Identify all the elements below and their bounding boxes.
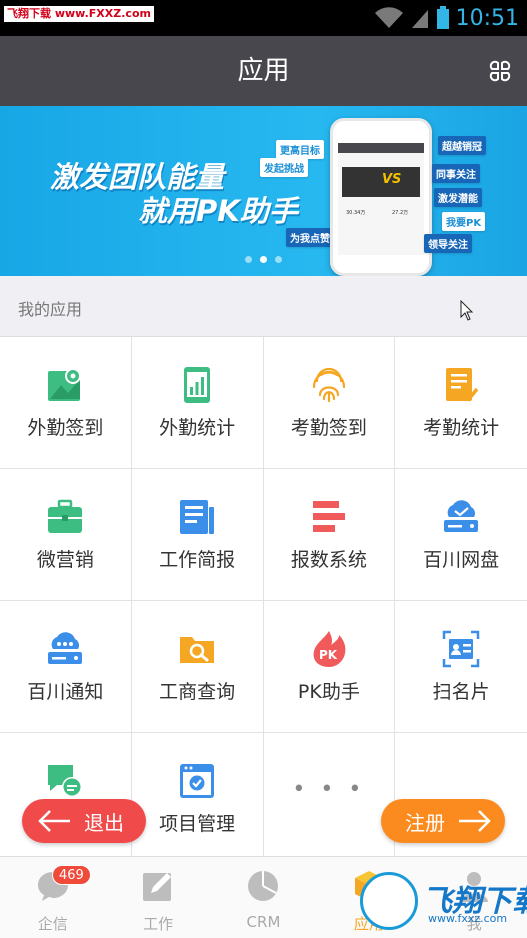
app-tile-scan-card[interactable]: 扫名片: [395, 601, 527, 733]
phone-value: 27.2万: [392, 210, 409, 216]
app-label: 百川网盘: [423, 549, 500, 571]
banner-tag: 领导关注: [424, 234, 472, 253]
pager-dot-active[interactable]: [260, 256, 267, 263]
app-label: 考勤统计: [423, 417, 500, 439]
phone-vs-panel: VS: [342, 167, 420, 197]
exit-button[interactable]: 退出: [22, 799, 146, 843]
app-label: 外勤签到: [27, 417, 104, 439]
banner-tag: 发起挑战: [260, 158, 308, 177]
app-tile-cloud-drive[interactable]: 百川网盘: [395, 469, 527, 601]
watermark-logo-icon: [360, 872, 418, 930]
arrow-left-icon: [38, 810, 70, 832]
scan-card-icon: [442, 630, 480, 668]
section-header: 我的应用: [0, 276, 527, 336]
app-tile-cloud-notice[interactable]: 百川通知: [0, 601, 132, 733]
status-icons: 10:51: [374, 4, 519, 32]
banner-tag: 为我点赞: [286, 228, 334, 247]
exit-label: 退出: [84, 810, 124, 835]
app-tile-report-system[interactable]: 报数系统: [263, 469, 396, 601]
app-label: 扫名片: [432, 681, 490, 703]
document-icon: [180, 500, 215, 534]
mouse-cursor-icon: [460, 300, 474, 321]
cloud-notice-icon: [48, 632, 83, 664]
pk-icon: PK: [313, 631, 346, 667]
app-tile-project-management[interactable]: 项目管理: [131, 733, 264, 865]
briefcase-icon: [48, 499, 83, 533]
page-title: 应用: [237, 56, 290, 86]
banner-subheadline: 就用PK助手: [138, 194, 298, 228]
fingerprint-icon: [312, 367, 345, 403]
bars-icon: [312, 501, 345, 532]
app-label: 项目管理: [159, 813, 236, 835]
watermark-logo: 飞翔下载 www.FXXZ.com: [4, 6, 154, 22]
app-tile-field-checkin[interactable]: 外勤签到: [0, 337, 132, 469]
arrow-right-icon: [459, 810, 491, 832]
clover-menu-icon[interactable]: [485, 56, 515, 86]
app-label: 外勤统计: [159, 417, 236, 439]
project-icon: [180, 764, 215, 798]
chat-bubble-icon: [48, 765, 83, 797]
phone-screen: VS 30.34万 27.2万: [338, 143, 424, 255]
title-bar: 应用: [0, 36, 527, 106]
app-tile-business-query[interactable]: 工商查询: [131, 601, 264, 733]
checklist-icon: [446, 368, 479, 402]
app-tile-pk-assistant[interactable]: PK PK助手: [263, 601, 396, 733]
promo-banner[interactable]: 激发团队能量 就用PK助手 更高目标 发起挑战 为我点赞 VS 30.34万 2…: [0, 106, 527, 276]
svg-text:PK: PK: [319, 648, 338, 662]
more-icon: • • •: [292, 777, 366, 802]
pager-dot[interactable]: [275, 256, 282, 263]
app-label: 微营销: [36, 549, 94, 571]
app-label: 报数系统: [290, 549, 367, 571]
phone-mockup: VS 30.34万 27.2万: [330, 118, 432, 276]
app-label: 考勤签到: [290, 417, 367, 439]
tab-crm[interactable]: CRM: [211, 857, 316, 938]
app-tile-attendance-checkin[interactable]: 考勤签到: [263, 337, 396, 469]
banner-tag: 激发潜能: [434, 188, 482, 207]
banner-tag: 更高目标: [276, 140, 324, 159]
tablet-chart-icon: [184, 367, 211, 403]
cloud-drive-icon: [444, 500, 479, 532]
pie-icon: [248, 871, 279, 901]
banner-pager: [0, 256, 527, 263]
register-button[interactable]: 注册: [381, 799, 505, 843]
signal-icon: [411, 10, 428, 28]
banner-tag: 我要PK: [442, 212, 486, 231]
folder-search-icon: [180, 637, 215, 663]
more-apps-button[interactable]: • • •: [263, 733, 396, 865]
status-bar: 飞翔下载 www.FXXZ.com 10:51: [0, 0, 527, 36]
register-label: 注册: [405, 810, 445, 835]
tab-label: CRM: [246, 913, 281, 931]
phone-value: 30.34万: [346, 210, 366, 216]
banner-tag: 同事关注: [432, 164, 480, 183]
tab-label: 企信: [37, 915, 68, 933]
edit-icon: [143, 873, 172, 901]
app-tile-micro-marketing[interactable]: 微营销: [0, 469, 132, 601]
banner-tag: 超越销冠: [438, 136, 486, 155]
map-pin-icon: [48, 368, 82, 401]
wifi-icon: [374, 7, 403, 28]
tab-work[interactable]: 工作: [105, 857, 210, 938]
phone-vs-label: VS: [382, 172, 402, 187]
phone-app-bar: [338, 143, 424, 153]
app-label: 百川通知: [27, 681, 104, 703]
pager-dot[interactable]: [245, 256, 252, 263]
app-label: 工作简报: [159, 549, 236, 571]
app-label: 工商查询: [159, 681, 236, 703]
app-tile-work-report[interactable]: 工作简报: [131, 469, 264, 601]
status-time: 10:51: [455, 5, 519, 31]
app-grid: 外勤签到 外勤统计 考勤签到 考勤统计 微营销 工作简报 报数系统 百川网盘 百…: [0, 336, 527, 865]
tab-messages[interactable]: 469 企信: [0, 857, 105, 938]
watermark-url: www.fxxz.com: [428, 912, 508, 925]
unread-badge: 469: [52, 865, 91, 885]
battery-icon: [436, 6, 449, 29]
app-label: PK助手: [297, 681, 360, 703]
section-title: 我的应用: [18, 300, 83, 319]
app-tile-field-stats[interactable]: 外勤统计: [131, 337, 264, 469]
watermark-overlay: 飞翔下载 www.fxxz.com: [360, 866, 527, 934]
tab-label: 工作: [143, 915, 174, 933]
app-tile-attendance-stats[interactable]: 考勤统计: [395, 337, 527, 469]
